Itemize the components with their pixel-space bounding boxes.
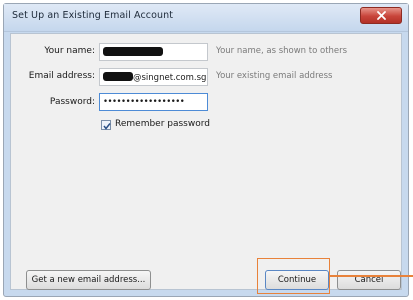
window-title: Set Up an Existing Email Account <box>12 10 174 21</box>
password-field[interactable]: •••••••••••••••••• <box>99 93 208 111</box>
redacted-email-prefix <box>103 72 133 81</box>
get-new-email-button[interactable]: Get a new email address... <box>26 270 151 290</box>
highlight-box <box>257 258 330 294</box>
remember-password-label: Remember password <box>115 119 210 129</box>
title-bar[interactable]: Set Up an Existing Email Account <box>4 4 408 32</box>
name-field[interactable] <box>99 43 208 61</box>
checkmark-icon <box>103 123 111 130</box>
close-icon <box>377 11 386 20</box>
redacted-name <box>103 47 163 56</box>
name-hint: Your name, as shown to others <box>216 46 348 56</box>
close-button[interactable] <box>360 7 402 24</box>
password-value: •••••••••••••••••• <box>103 97 185 107</box>
name-label: Your name: <box>44 46 95 56</box>
dialog-window: Set Up an Existing Email Account Your na… <box>3 3 409 297</box>
email-hint: Your existing email address <box>216 71 333 81</box>
email-label: Email address: <box>28 71 95 81</box>
cancel-button[interactable]: Cancel <box>337 270 401 290</box>
highlight-pointer-line <box>329 275 413 277</box>
password-label: Password: <box>49 97 95 107</box>
email-suffix: @singnet.com.sg <box>133 73 207 83</box>
dialog-body: Your name: Your name, as shown to others… <box>10 33 402 290</box>
email-field[interactable]: @singnet.com.sg <box>99 68 208 86</box>
remember-password-checkbox[interactable] <box>101 120 111 130</box>
